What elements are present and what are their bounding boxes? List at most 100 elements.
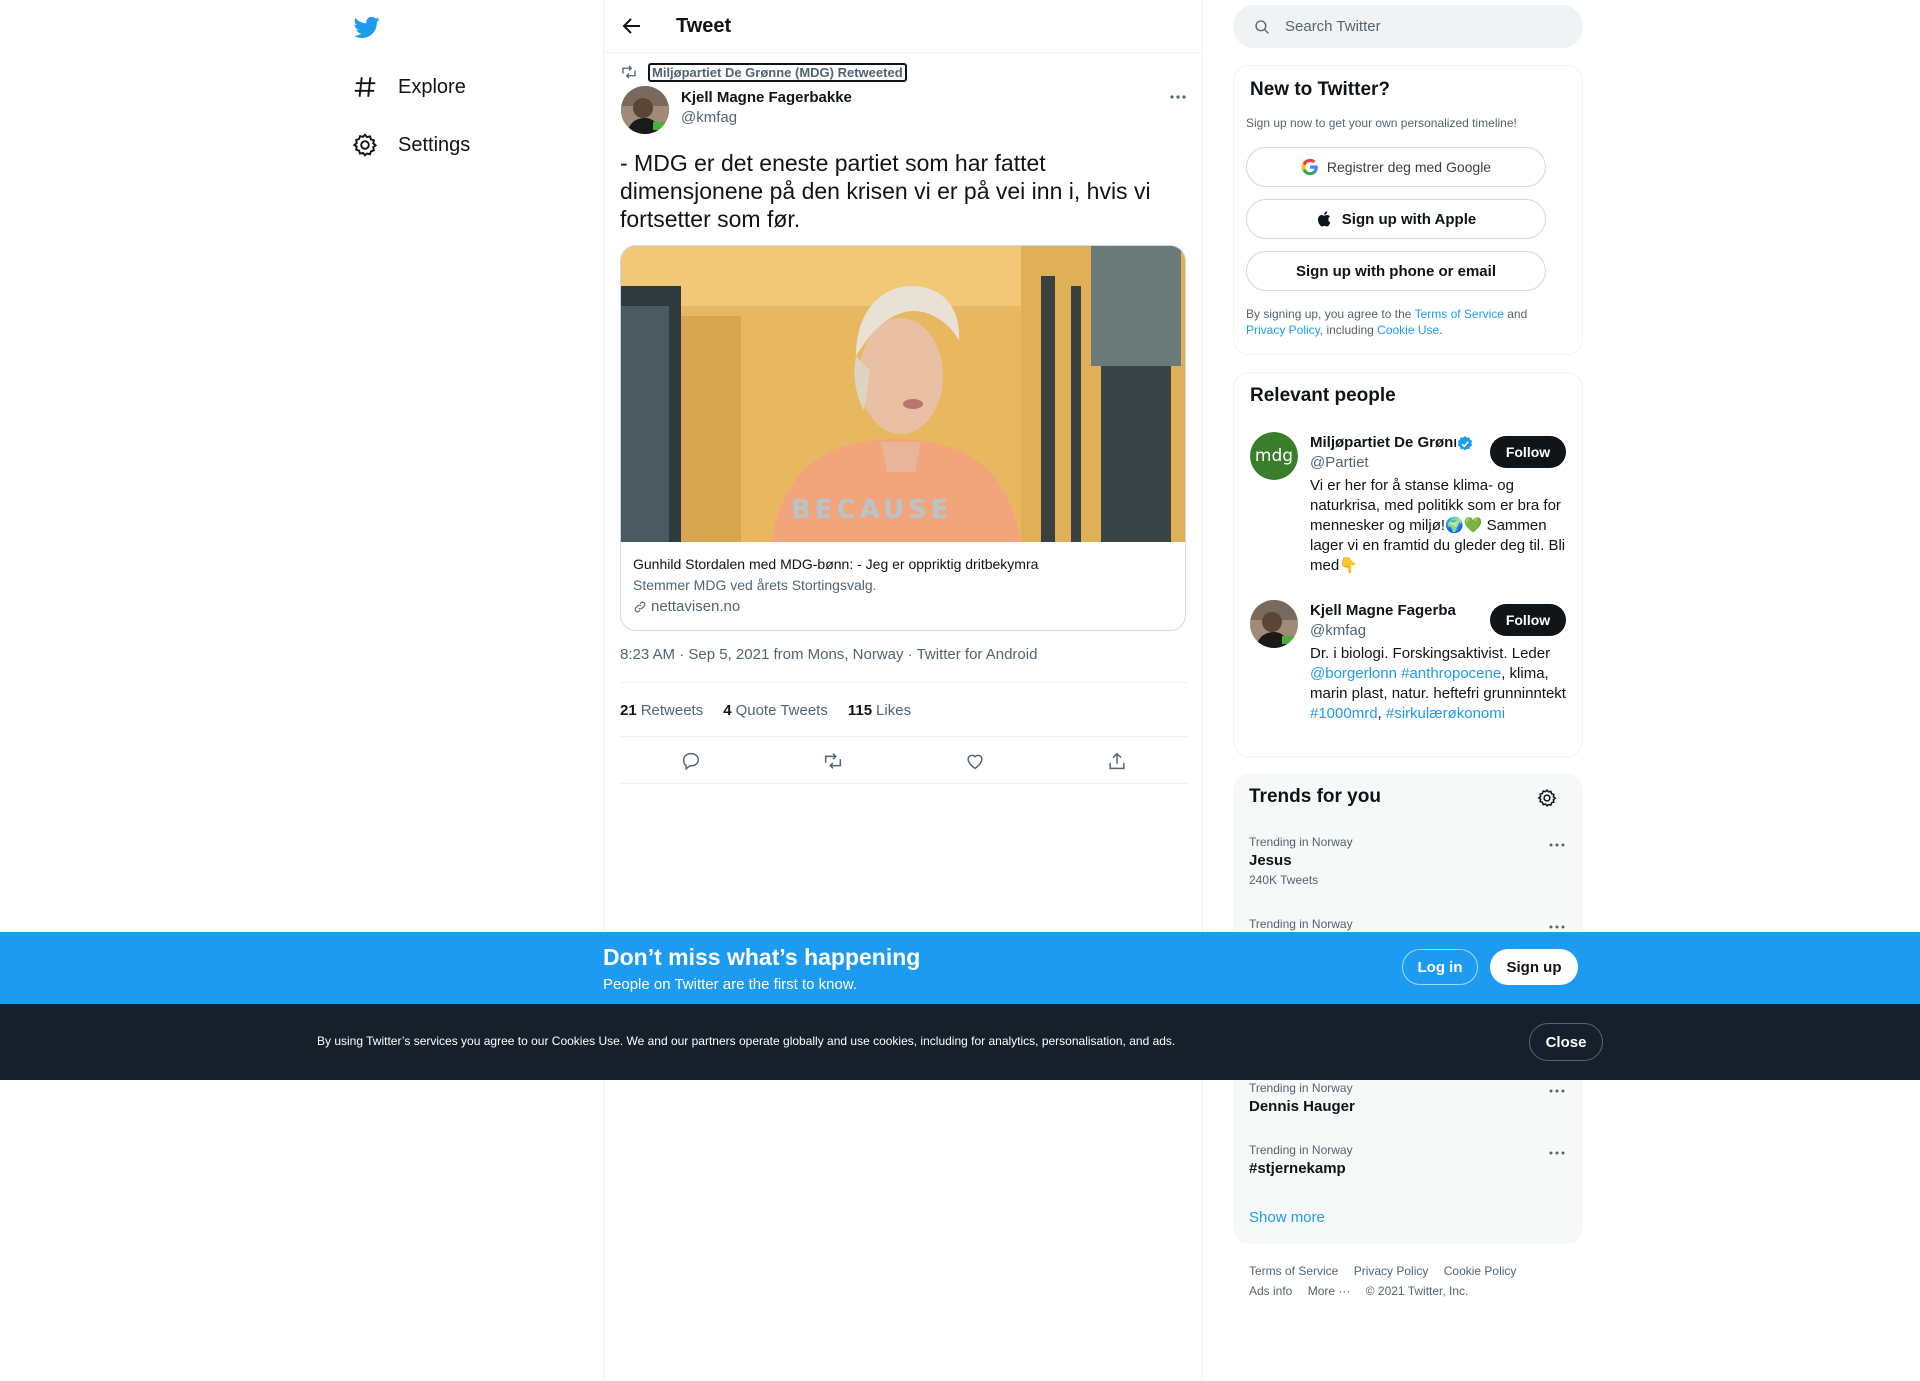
search-input[interactable] — [1285, 18, 1545, 35]
terms-text: , including — [1319, 323, 1378, 337]
quotes-label: Quote Tweets — [735, 701, 828, 719]
gear-icon — [352, 132, 378, 158]
twitter-bird-icon[interactable] — [352, 14, 382, 40]
panel-title: Relevant people — [1250, 385, 1396, 406]
sidebar-footer: Terms of Service Privacy Policy Cookie P… — [1249, 1261, 1579, 1301]
follow-button[interactable]: Follow — [1490, 436, 1566, 468]
author-handle[interactable]: @kmfag — [681, 109, 737, 126]
more-options-icon[interactable] — [1164, 86, 1192, 108]
kmfag-avatar[interactable] — [1250, 600, 1298, 648]
trend-count: 240K Tweets — [1249, 873, 1319, 887]
footer-cookie-link[interactable]: Cookie Policy — [1444, 1264, 1517, 1278]
tweet-date[interactable]: Sep 5, 2021 — [688, 646, 769, 663]
footer-ads-link[interactable]: Ads info — [1249, 1284, 1292, 1298]
retweeted-by-link[interactable]: Miljøpartiet De Grønne (MDG) Retweeted — [648, 62, 907, 82]
trend-item[interactable]: Trending in Norway Dennis Hauger — [1249, 1081, 1567, 1115]
bio-hashtag-link[interactable]: #sirkulærøkonomi — [1386, 705, 1505, 722]
terms-text: . — [1439, 323, 1443, 337]
link-preview-card[interactable]: BECAUSE Gunhild Stordalen med MDG-bønn: … — [620, 245, 1186, 631]
footer-terms-link[interactable]: Terms of Service — [1249, 1264, 1338, 1278]
new-to-twitter-panel: New to Twitter? Sign up now to get your … — [1233, 65, 1583, 355]
footer-privacy-link[interactable]: Privacy Policy — [1354, 1264, 1429, 1278]
author-name[interactable]: Kjell Magne Fagerbakke — [681, 89, 852, 106]
trend-context: Trending in Norway — [1249, 917, 1353, 931]
svg-text:BECAUSE: BECAUSE — [791, 495, 953, 525]
trend-more-icon[interactable] — [1547, 1083, 1567, 1099]
trend-name: Dennis Hauger — [1249, 1098, 1355, 1115]
person-bio: Dr. i biologi. Forskingsaktivist. Leder … — [1310, 644, 1566, 724]
show-more-trends-link[interactable]: Show more — [1249, 1209, 1325, 1226]
share-icon[interactable] — [1106, 750, 1128, 772]
trend-context: Trending in Norway — [1249, 1143, 1353, 1157]
trend-name: #stjernekamp — [1249, 1160, 1346, 1177]
card-title: Gunhild Stordalen med MDG-bønn: - Jeg er… — [633, 556, 1039, 572]
retweets-label: Retweets — [640, 701, 704, 719]
trend-more-icon[interactable] — [1547, 837, 1567, 853]
trends-settings-gear-icon[interactable] — [1537, 788, 1557, 808]
tweet-time[interactable]: 8:23 AM — [620, 646, 675, 663]
trend-item[interactable]: Trending in Norway #stjernekamp — [1249, 1143, 1567, 1177]
bio-hashtag-link[interactable]: #anthropocene — [1401, 665, 1501, 682]
terms-of-service-link[interactable]: Terms of Service — [1415, 307, 1504, 321]
retweet-context: Miljøpartiet De Grønne (MDG) Retweeted — [620, 62, 907, 82]
retweet-icon[interactable] — [822, 750, 844, 772]
quote-tweets-stat[interactable]: 4 Quote Tweets — [723, 702, 828, 719]
google-icon — [1301, 158, 1319, 176]
cookie-use-link[interactable]: Cookie Use — [1377, 323, 1439, 337]
apple-signup-button[interactable]: Sign up with Apple — [1246, 199, 1546, 239]
terms-text: and — [1503, 307, 1528, 321]
panel-subtitle: Sign up now to get your own personalized… — [1246, 116, 1517, 130]
like-icon[interactable] — [964, 750, 986, 772]
google-signup-button[interactable]: Registrer deg med Google — [1246, 147, 1546, 187]
signup-terms: By signing up, you agree to the Terms of… — [1246, 306, 1566, 338]
tweet-detail-column: Tweet Miljøpartiet De Grønne (MDG) Retwe… — [603, 0, 1203, 1381]
trend-context: Trending in Norway — [1249, 1081, 1353, 1095]
page-title: Tweet — [676, 15, 732, 37]
cookie-text: By using Twitter’s services you agree to… — [317, 1034, 1176, 1048]
hashtag-icon — [352, 74, 378, 100]
mdg-avatar[interactable]: mdg — [1250, 432, 1298, 480]
person-name[interactable]: Kjell Magne Fagerbakke — [1310, 602, 1456, 619]
avatar-text: mdg — [1255, 446, 1293, 466]
bio-mention-link[interactable]: @borgerlonn — [1310, 665, 1397, 682]
person-handle[interactable]: @kmfag — [1310, 622, 1366, 639]
person-handle[interactable]: @Partiet — [1310, 454, 1369, 471]
bio-hashtag-link[interactable]: #1000mrd — [1310, 705, 1378, 722]
privacy-policy-link[interactable]: Privacy Policy — [1246, 323, 1320, 337]
back-arrow-icon[interactable] — [620, 14, 644, 38]
person-name[interactable]: Miljøpartiet De Grønne (MDG) — [1310, 434, 1456, 451]
search-icon — [1253, 18, 1271, 36]
reply-icon[interactable] — [680, 750, 702, 772]
apple-icon — [1316, 210, 1334, 228]
tweet-text: - MDG er det eneste partiet som har fatt… — [620, 150, 1151, 232]
nav-explore[interactable]: Explore — [352, 67, 466, 107]
nav-settings[interactable]: Settings — [352, 125, 470, 165]
trend-more-icon[interactable] — [1547, 1145, 1567, 1161]
page-header: Tweet — [604, 0, 1202, 53]
signup-banner: Don’t miss what’s happening People on Tw… — [0, 932, 1920, 1004]
verified-badge-icon — [1456, 435, 1474, 453]
retweet-icon — [620, 63, 638, 81]
retweets-stat[interactable]: 21 Retweets — [620, 702, 703, 719]
banner-subtitle: People on Twitter are the first to know. — [603, 976, 858, 993]
trend-name: Jesus — [1249, 852, 1292, 869]
signup-button[interactable]: Sign up — [1490, 949, 1578, 985]
bio-text: , — [1377, 705, 1386, 722]
email-signup-button[interactable]: Sign up with phone or email — [1246, 251, 1546, 291]
card-description: Stemmer MDG ved årets Stortingsvalg. — [633, 577, 877, 593]
trend-item[interactable]: Trending in Norway Jesus 240K Tweets — [1249, 835, 1567, 887]
email-signup-label: Sign up with phone or email — [1295, 262, 1496, 280]
card-domain-label: nettavisen.no — [651, 598, 741, 615]
divider — [620, 682, 1188, 683]
cookie-close-button[interactable]: Close — [1529, 1023, 1603, 1061]
login-button[interactable]: Log in — [1402, 949, 1478, 985]
footer-more-link[interactable]: More ··· — [1308, 1284, 1351, 1298]
quotes-count: 4 — [723, 701, 732, 719]
search-bar[interactable] — [1233, 5, 1583, 48]
card-body: Gunhild Stordalen med MDG-bønn: - Jeg er… — [633, 554, 1173, 617]
follow-button[interactable]: Follow — [1490, 604, 1566, 636]
footer-copyright: © 2021 Twitter, Inc. — [1365, 1284, 1469, 1298]
tweet-client[interactable]: Twitter for Android — [917, 646, 1038, 663]
author-avatar[interactable] — [621, 86, 669, 134]
likes-stat[interactable]: 115 Likes — [848, 702, 911, 719]
